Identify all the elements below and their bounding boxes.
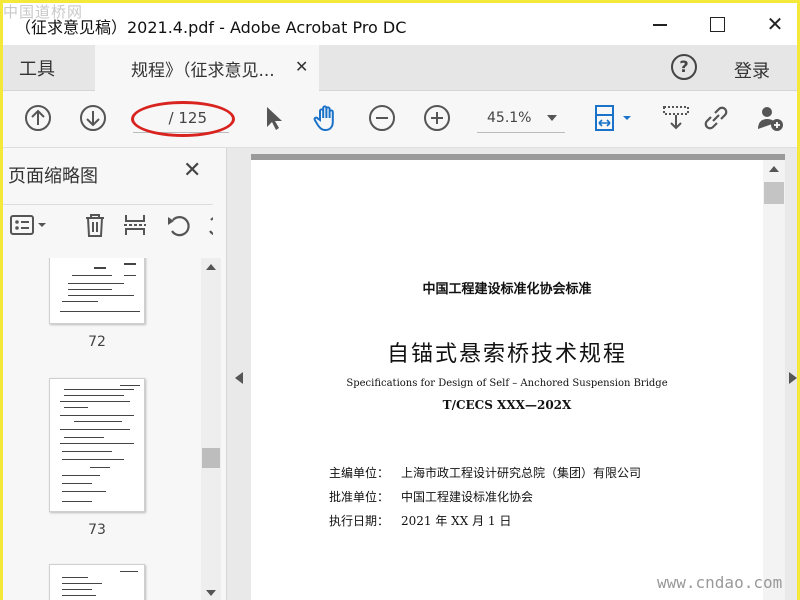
thumbnail-page[interactable]	[49, 378, 145, 512]
scrollbar-thumb[interactable]	[202, 448, 220, 468]
document-view: 中国工程建设标准化协会标准 自锚式悬索桥技术规程 Specifications …	[227, 148, 797, 600]
highlight-annotation	[131, 101, 235, 137]
zoom-in-icon[interactable]	[422, 103, 452, 133]
expand-right-panel-icon[interactable]	[789, 372, 797, 384]
add-user-icon[interactable]	[755, 103, 785, 133]
meta-value: 2021 年 XX 月 1 日	[401, 514, 512, 528]
scrollbar-thumb[interactable]	[764, 182, 784, 204]
zoom-out-icon[interactable]	[367, 103, 397, 133]
thumbnail-scrollbar[interactable]	[201, 258, 221, 600]
meta-row: 主编单位： 上海市政工程设计研究总院（集团）有限公司	[329, 464, 641, 481]
standard-org-heading: 中国工程建设标准化协会标准	[422, 282, 592, 297]
zoom-dropdown-icon[interactable]	[547, 115, 557, 121]
thumbnail-options-icon[interactable]	[9, 211, 49, 239]
thumbnail-page-number: 72	[88, 334, 106, 350]
meta-row: 批准单位： 中国工程建设标准化协会	[329, 488, 533, 505]
tab-document[interactable]: 规程》（征求意见... ✕	[95, 45, 319, 91]
page-fit-icon[interactable]	[591, 103, 637, 133]
extract-page-icon[interactable]	[121, 211, 149, 239]
thumbnail-page-number: 73	[88, 522, 106, 538]
tab-close-icon[interactable]: ✕	[295, 57, 308, 76]
standard-code: T/CECS XXX—202X	[442, 398, 572, 412]
delete-page-icon[interactable]	[81, 211, 109, 239]
meta-row: 执行日期： 2021 年 XX 月 1 日	[329, 512, 511, 529]
collapse-left-panel-icon[interactable]	[235, 372, 243, 384]
pdf-page: 中国工程建设标准化协会标准 自锚式悬索桥技术规程 Specifications …	[251, 160, 763, 600]
select-tool-icon[interactable]	[259, 103, 289, 133]
meta-value: 中国工程建设标准化协会	[401, 490, 534, 504]
hand-tool-icon[interactable]	[311, 103, 341, 133]
tab-bar: 工具 规程》（征求意见... ✕ ? 登录	[3, 45, 797, 91]
previous-page-icon[interactable]	[23, 103, 53, 133]
meta-value: 上海市政工程设计研究总院（集团）有限公司	[401, 466, 642, 480]
thumbnail-page[interactable]	[49, 258, 145, 324]
meta-key: 主编单位：	[329, 466, 390, 480]
scroll-up-icon[interactable]	[206, 264, 216, 270]
meta-key: 执行日期：	[329, 514, 390, 528]
thumbnail-list: 72 73	[3, 258, 199, 600]
tab-tools[interactable]: 工具	[3, 45, 95, 91]
document-title: 自锚式悬索桥技术规程	[386, 342, 627, 367]
tab-document-label: 规程》（征求意见...	[131, 61, 275, 81]
minimize-icon[interactable]	[648, 13, 672, 35]
document-scrollbar[interactable]	[763, 160, 785, 600]
login-button[interactable]: 登录	[734, 57, 770, 83]
thumbnail-panel-title: 页面缩略图	[8, 166, 98, 187]
rotate-clockwise-icon[interactable]	[203, 211, 213, 239]
title-bar: 中国道桥网 （征求意见稿）2021.4.pdf - Adobe Acrobat …	[3, 3, 797, 45]
maximize-icon[interactable]	[705, 13, 729, 35]
meta-key: 批准单位：	[329, 490, 390, 504]
app-window: 中国道桥网 （征求意见稿）2021.4.pdf - Adobe Acrobat …	[0, 0, 800, 600]
thumbnail-panel: 页面缩略图 ✕ 72 73	[3, 148, 227, 600]
thumbnail-panel-close-icon[interactable]: ✕	[183, 158, 201, 183]
rotate-icon[interactable]	[165, 211, 193, 239]
next-page-icon[interactable]	[78, 103, 108, 133]
scroll-up-icon[interactable]	[769, 166, 779, 172]
thumbnail-toolbar	[3, 204, 213, 244]
help-icon[interactable]: ?	[671, 54, 697, 80]
scroll-down-icon[interactable]	[206, 590, 216, 596]
thumbnail-page[interactable]	[49, 564, 145, 600]
scroll-mode-icon[interactable]	[661, 103, 691, 133]
document-title-english: Specifications for Design of Self – Anch…	[346, 378, 668, 389]
window-close-icon[interactable]: ✕	[763, 13, 787, 35]
watermark-bottom: www.cndao.com	[657, 573, 783, 592]
window-title: （征求意见稿）2021.4.pdf - Adobe Acrobat Pro DC	[15, 18, 407, 37]
toolbar: / 125 45.1%	[3, 91, 797, 148]
share-link-icon[interactable]	[701, 103, 731, 133]
